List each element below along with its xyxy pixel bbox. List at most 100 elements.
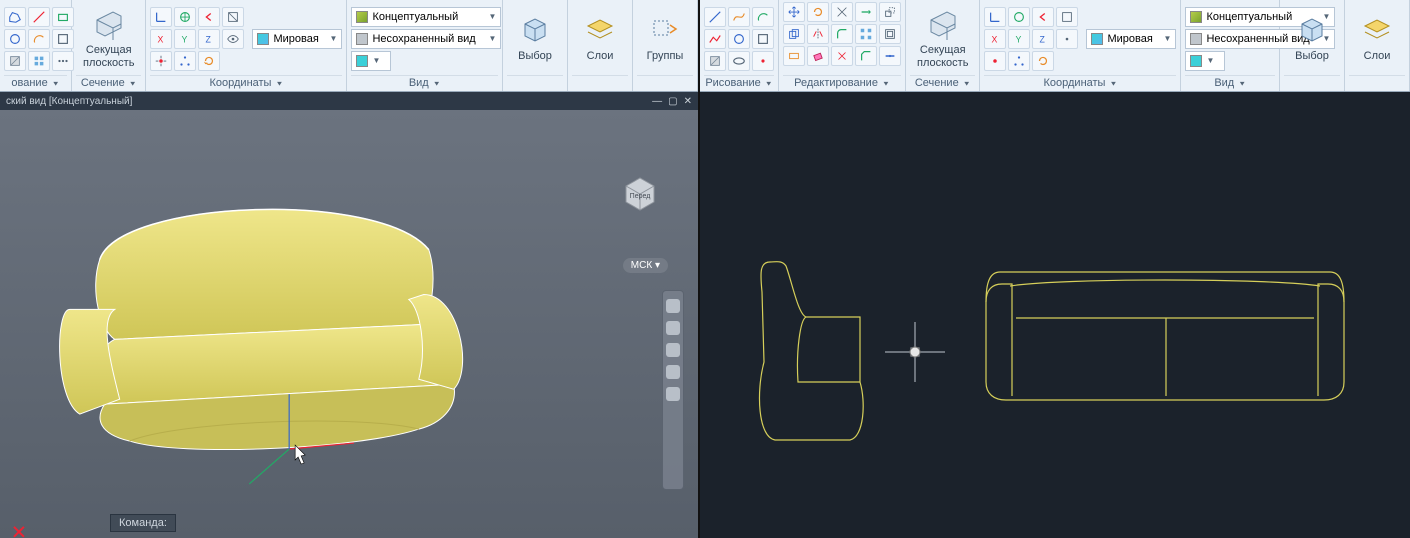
command-line[interactable]: Команда:	[110, 514, 176, 532]
ucs-name-value: Мировая	[273, 33, 325, 45]
ucs-z-icon[interactable]: Z	[1032, 29, 1054, 49]
panel-groups-left: Группы	[633, 0, 698, 91]
panel-edit-right: Редактирование▼	[779, 0, 906, 91]
tool-offset-icon[interactable]	[879, 24, 901, 44]
tool-poly-icon[interactable]	[4, 7, 26, 27]
tool-trim-icon[interactable]	[831, 2, 853, 22]
tool-ellipse-icon[interactable]	[728, 51, 750, 71]
ucs-y-icon[interactable]: Y	[1008, 29, 1030, 49]
tool-fillet-icon[interactable]	[831, 24, 853, 44]
tool-scale-icon[interactable]	[879, 2, 901, 22]
visualstyle-combo[interactable]: Концептуальный ▼	[351, 7, 501, 27]
tool-mirror-icon[interactable]	[807, 24, 829, 44]
tool-arc-icon[interactable]	[752, 7, 774, 27]
nav-wheel-icon[interactable]	[666, 299, 680, 313]
tool-stretch-icon[interactable]	[783, 46, 805, 66]
ucs-z-icon[interactable]: Z	[198, 29, 220, 49]
ucs-3point-icon[interactable]	[174, 51, 196, 71]
ucs-icon[interactable]	[984, 7, 1006, 27]
chevron-down-icon[interactable]: ▼	[963, 79, 971, 86]
viewport-3d[interactable]: Перед МСК ▾ Команда:	[0, 110, 698, 538]
panel-layers-left: Слои	[568, 0, 633, 91]
ucs-origin-icon[interactable]	[150, 51, 172, 71]
panel-title-view: Вид	[409, 77, 429, 89]
nav-pan-icon[interactable]	[666, 321, 680, 335]
layers-button[interactable]: Слои	[572, 4, 628, 74]
tool-erase-icon[interactable]	[807, 46, 829, 66]
ucs-world-icon[interactable]	[1008, 7, 1030, 27]
tool-extend-icon[interactable]	[855, 2, 877, 22]
tool-circle-icon[interactable]	[4, 29, 26, 49]
navigation-bar[interactable]	[662, 290, 684, 490]
select-button[interactable]: Выбор	[1284, 4, 1340, 74]
ucs-x-icon[interactable]: X	[984, 29, 1006, 49]
tool-circle-icon[interactable]	[728, 29, 750, 49]
viewport-2d[interactable]	[700, 92, 1410, 538]
ucs-icon[interactable]	[150, 7, 172, 27]
tool-box-icon[interactable]	[52, 7, 74, 27]
groups-button[interactable]: Группы	[637, 4, 693, 74]
ucs-y-icon[interactable]: Y	[174, 29, 196, 49]
section-plane-button[interactable]: Секущая плоскость	[910, 4, 975, 74]
select-button[interactable]: Выбор	[507, 4, 563, 74]
tool-hatch-icon[interactable]	[704, 51, 726, 71]
ucs-origin-icon[interactable]	[984, 51, 1006, 71]
chevron-down-icon[interactable]: ▼	[765, 79, 773, 86]
ucs-view-icon[interactable]	[222, 29, 244, 49]
tool-grid-icon[interactable]	[28, 51, 50, 71]
view-extra-combo[interactable]: ▼	[1185, 51, 1225, 71]
tool-spline-icon[interactable]	[728, 7, 750, 27]
tool-copy-icon[interactable]	[783, 24, 805, 44]
ucs-face-icon[interactable]	[222, 7, 244, 27]
tool-rect-icon[interactable]	[752, 29, 774, 49]
viewport-title-bar: ский вид [Концептуальный] — ▢ ✕	[0, 92, 698, 110]
chevron-down-icon[interactable]: ▼	[275, 79, 283, 86]
ucs-rotate-icon[interactable]	[198, 51, 220, 71]
ucs-badge[interactable]: МСК ▾	[623, 258, 668, 273]
window-close-icon[interactable]: ✕	[684, 96, 692, 107]
window-maximize-icon[interactable]: ▢	[668, 96, 677, 107]
chevron-down-icon[interactable]: ▼	[433, 79, 441, 86]
tool-move-icon[interactable]	[783, 2, 805, 22]
chevron-down-icon[interactable]: ▼	[129, 79, 137, 86]
tool-rect-icon[interactable]	[52, 29, 74, 49]
view-extra-combo[interactable]: ▼	[351, 51, 391, 71]
tool-array-icon[interactable]	[855, 24, 877, 44]
tool-point-icon[interactable]	[752, 51, 774, 71]
ucs-prev-icon[interactable]	[1032, 7, 1054, 27]
panel-title-view: Вид	[1214, 77, 1234, 89]
chevron-down-icon[interactable]: ▼	[1109, 79, 1117, 86]
tool-more-icon[interactable]	[52, 51, 74, 71]
ucs-world-icon[interactable]	[174, 7, 196, 27]
ucs-3point-icon[interactable]	[1008, 51, 1030, 71]
tool-chamfer-icon[interactable]	[855, 46, 877, 66]
ucs-prev-icon[interactable]	[198, 7, 220, 27]
tool-hatch-icon[interactable]	[4, 51, 26, 71]
chevron-down-icon[interactable]: ▼	[1238, 79, 1246, 86]
chevron-down-icon[interactable]: ▼	[52, 79, 60, 86]
tool-rotate-icon[interactable]	[807, 2, 829, 22]
ucs-name-combo[interactable]: Мировая ▼	[1086, 29, 1176, 49]
tool-line-icon[interactable]	[28, 7, 50, 27]
namedview-combo[interactable]: Несохраненный вид ▼	[351, 29, 501, 49]
tool-line-icon[interactable]	[704, 7, 726, 27]
ucs-view-icon[interactable]	[1056, 29, 1078, 49]
ucs-face-icon[interactable]	[1056, 7, 1078, 27]
nav-zoom-icon[interactable]	[666, 343, 680, 357]
tool-join-icon[interactable]	[879, 46, 901, 66]
layers-label: Слои	[1364, 50, 1391, 62]
ucs-name-combo[interactable]: Мировая ▼	[252, 29, 342, 49]
tool-explode-icon[interactable]	[831, 46, 853, 66]
nav-orbit-icon[interactable]	[666, 365, 680, 379]
layers-button[interactable]: Слои	[1349, 4, 1405, 74]
window-minimize-icon[interactable]: —	[652, 96, 662, 107]
tool-pline-icon[interactable]	[704, 29, 726, 49]
section-plane-button[interactable]: Секущая плоскость	[76, 4, 141, 74]
ucs-rotate-icon[interactable]	[1032, 51, 1054, 71]
select-label: Выбор	[1295, 50, 1329, 62]
ucs-x-icon[interactable]: X	[150, 29, 172, 49]
tool-arc-icon[interactable]	[28, 29, 50, 49]
chevron-down-icon[interactable]: ▼	[882, 79, 890, 86]
nav-showmotion-icon[interactable]	[666, 387, 680, 401]
viewcube[interactable]: Перед	[618, 172, 662, 216]
